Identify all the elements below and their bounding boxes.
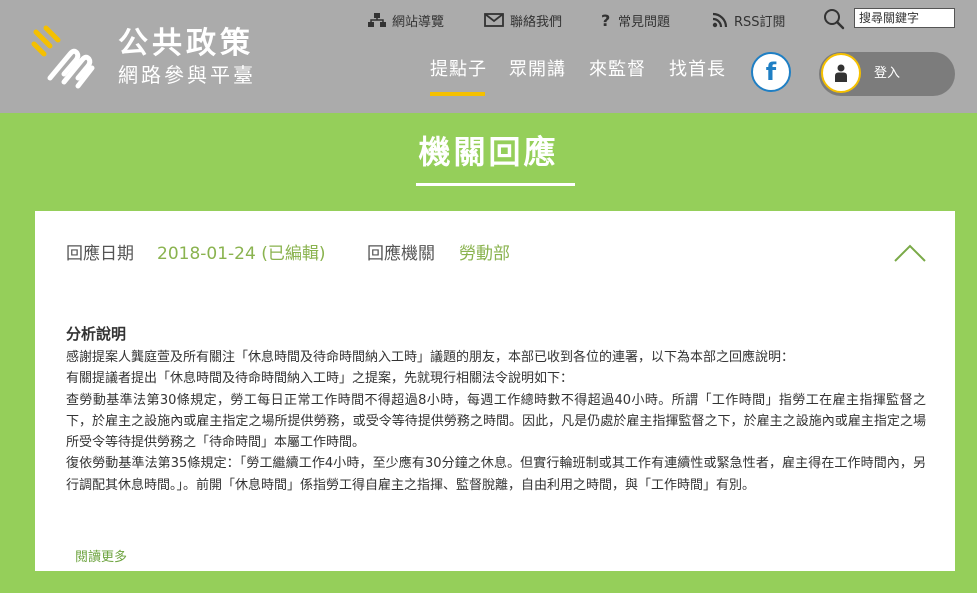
response-agency-label: 回應機關 — [367, 244, 435, 264]
faq-link[interactable]: ? 常見問題 — [600, 10, 670, 30]
sitemap-link[interactable]: 網站導覽 — [368, 10, 444, 30]
rss-link[interactable]: RSS訂閱 — [712, 10, 786, 30]
nav-monitor[interactable]: 來監督 — [589, 58, 646, 82]
facebook-icon[interactable]: f — [751, 52, 791, 92]
contact-link[interactable]: 聯絡我們 — [484, 10, 562, 30]
page-title: 機關回應 — [418, 133, 559, 171]
search-icon[interactable] — [823, 8, 845, 30]
user-icon[interactable] — [821, 53, 861, 93]
response-body: 感謝提案人龔庭萱及所有關注「休息時間及待命時間納入工時」議題的朋友，本部已收到各… — [66, 347, 926, 496]
faq-label: 常見問題 — [618, 14, 671, 30]
response-date-value: 2018-01-24 (已編輯) — [157, 244, 326, 264]
sitemap-label: 網站導覽 — [392, 14, 445, 30]
read-more-link[interactable]: 閱讀更多 — [75, 548, 127, 568]
contact-label: 聯絡我們 — [510, 14, 563, 30]
title-underline — [416, 183, 575, 186]
nav-discuss[interactable]: 眾開講 — [509, 58, 566, 82]
logo-title: 公共政策 — [118, 26, 254, 61]
nav-officials[interactable]: 找首長 — [669, 58, 726, 82]
response-paragraph: 有關提議者提出「休息時間及待命時間納入工時」之提案，先就現行相關法令說明如下： — [66, 371, 574, 387]
response-paragraph: 查勞動基準法第30條規定，勞工每日正常工作時間不得超過8小時，每週工作總時數不得… — [66, 392, 926, 451]
svg-text:?: ? — [601, 12, 610, 28]
logo-subtitle: 網路參與平臺 — [118, 63, 256, 87]
login-label[interactable]: 登入 — [874, 65, 900, 83]
site-header: 公共政策 網路參與平臺 網站導覽 聯絡我們 ? 常見問題 RSS訂閱 搜尋關鍵字… — [0, 0, 977, 113]
chevron-up-icon[interactable] — [893, 243, 927, 263]
response-agency-value: 勞動部 — [459, 244, 510, 264]
nav-propose[interactable]: 提點子 — [430, 58, 487, 82]
response-paragraph: 復依勞動基準法第35條規定：「勞工繼續工作4小時，至少應有30分鐘之休息。但實行… — [66, 456, 926, 493]
search-input[interactable] — [854, 8, 955, 28]
sitemap-icon — [368, 13, 386, 27]
mail-icon — [484, 13, 504, 27]
site-logo-icon[interactable] — [30, 22, 105, 92]
rss-label: RSS訂閱 — [734, 14, 786, 30]
section-title: 分析說明 — [66, 325, 127, 343]
question-icon: ? — [601, 12, 610, 28]
rss-icon — [712, 12, 728, 28]
response-date-label: 回應日期 — [66, 244, 134, 264]
response-paragraph: 感謝提案人龔庭萱及所有關注「休息時間及待命時間納入工時」議題的朋友，本部已收到各… — [66, 350, 795, 365]
nav-active-indicator — [430, 92, 485, 96]
